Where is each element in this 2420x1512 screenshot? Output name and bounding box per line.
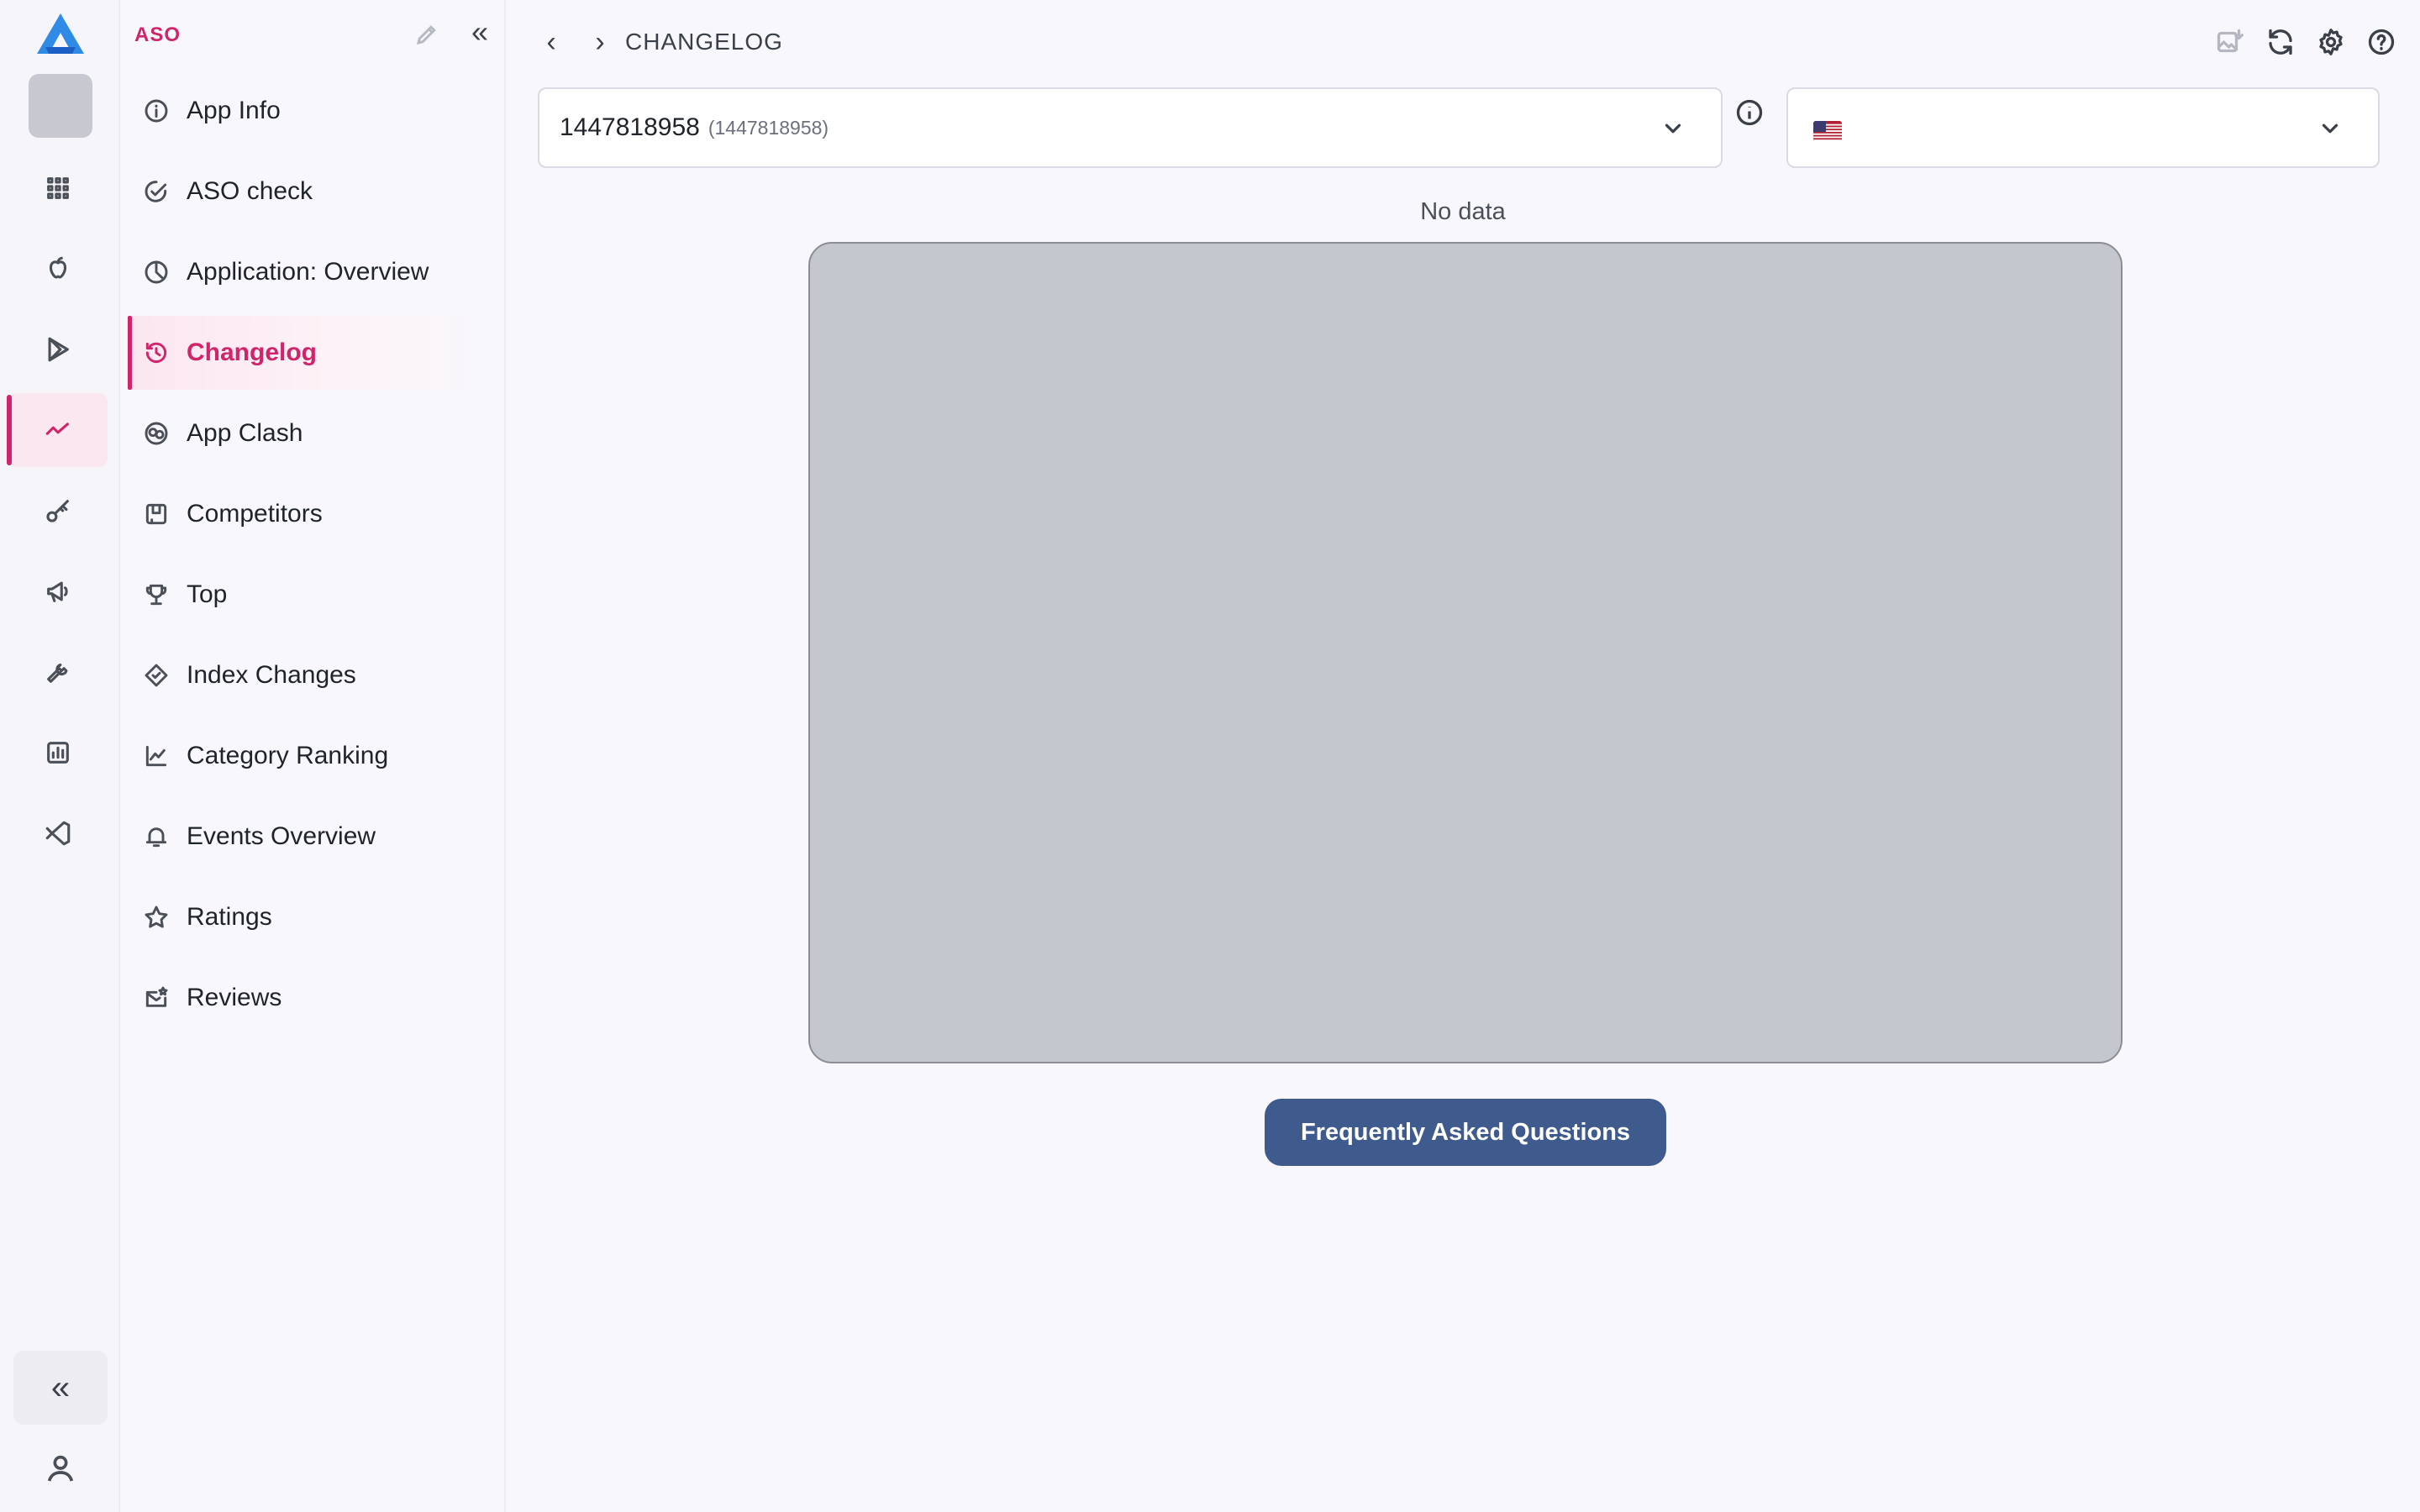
menu-item-label: Events Overview (187, 822, 376, 850)
menu-item-label: Application: Overview (187, 258, 429, 286)
megaphone-icon (47, 581, 68, 602)
star-icon (145, 906, 168, 928)
apple-icon (49, 256, 67, 279)
chevron-left-icon: ‹ (546, 26, 556, 58)
menu-item-application-overview[interactable]: Application: Overview (128, 235, 497, 309)
refresh-icon (2269, 29, 2292, 55)
breadcrumb: CHANGELOG (625, 29, 783, 55)
rail-integrations[interactable] (8, 796, 108, 870)
menu-item-label: ASO check (187, 177, 313, 205)
menu-item-label: Reviews (187, 984, 282, 1011)
double-chevron-left-icon: « (50, 1368, 71, 1406)
rail-reports[interactable] (8, 716, 108, 790)
settings-button[interactable] (2316, 27, 2346, 57)
app-avatar[interactable] (29, 74, 92, 138)
chevron-down-icon (1660, 116, 1686, 141)
gear-icon (2319, 29, 2343, 55)
bell-icon (145, 827, 167, 848)
competitors-icon (145, 503, 167, 525)
clash-icon (145, 422, 168, 445)
section-title: ASO (134, 24, 182, 46)
menu-item-label: Ratings (187, 903, 272, 931)
menu-item-category-ranking[interactable]: Category Ranking (128, 719, 497, 793)
pencil-icon (416, 25, 436, 45)
key-icon (46, 500, 69, 522)
export-image-button[interactable] (2215, 27, 2245, 57)
grid-icon (47, 177, 69, 199)
refresh-button[interactable] (2265, 27, 2296, 57)
rail-tools[interactable] (8, 635, 108, 709)
menu-item-index-changes[interactable]: Index Changes (128, 638, 497, 712)
menu-list: App Info ASO check Application: Overview… (128, 74, 497, 1042)
app-select-subvalue: (1447818958) (708, 116, 829, 139)
user-profile-button[interactable] (44, 1452, 77, 1485)
rail-keywords[interactable] (8, 474, 108, 548)
menu-item-label: Changelog (187, 339, 317, 366)
menu-item-app-clash[interactable]: App Clash (128, 396, 497, 470)
menu-item-label: Category Ranking (187, 742, 389, 769)
user-icon (47, 1455, 74, 1482)
menu-item-app-info[interactable]: App Info (128, 74, 497, 148)
menu-item-changelog[interactable]: Changelog (128, 316, 497, 390)
rail-collapse-button[interactable]: « (13, 1351, 108, 1425)
pie-chart-icon (145, 260, 168, 284)
index-changes-icon (145, 664, 168, 687)
section-menu: ASO « App Info ASO check Application: Ov… (120, 0, 506, 1512)
help-button[interactable] (2366, 27, 2396, 57)
app-select-dropdown[interactable]: 1447818958 (1447818958) (538, 87, 1723, 168)
logo-icon[interactable] (34, 10, 87, 57)
top-bar: ‹ › CHANGELOG (506, 0, 2420, 84)
faq-button[interactable]: Frequently Asked Questions (1265, 1099, 1666, 1166)
empty-state-placeholder (808, 242, 2123, 1063)
app-select-value: 1447818958 (560, 113, 700, 141)
wrench-icon (47, 663, 68, 683)
edit-menu-button[interactable] (414, 22, 443, 50)
check-circle-icon (145, 181, 167, 202)
reviews-icon (145, 986, 168, 1007)
forward-button[interactable]: › (583, 25, 617, 59)
country-select-dropdown[interactable] (1786, 87, 2380, 168)
menu-item-label: App Info (187, 97, 281, 124)
info-circle-icon (145, 99, 168, 123)
us-flag-icon (1813, 121, 1842, 141)
vscode-icon (45, 821, 71, 846)
menu-item-ratings[interactable]: Ratings (128, 880, 497, 954)
info-button[interactable] (1734, 97, 1765, 128)
menu-item-reviews[interactable]: Reviews (128, 961, 497, 1035)
main-content: ‹ › CHANGELOG 1447818958 (1447818958) No… (506, 0, 2420, 1512)
icon-rail: « (0, 0, 120, 1512)
menu-item-top[interactable]: Top (128, 558, 497, 632)
rail-app-store[interactable] (8, 232, 108, 306)
info-circle-icon (1736, 99, 1763, 126)
chevron-down-icon (2317, 116, 2343, 141)
image-download-icon (2217, 29, 2244, 53)
line-chart-icon (145, 745, 167, 767)
menu-item-label: Top (187, 580, 228, 608)
history-icon (145, 342, 167, 363)
menu-item-label: App Clash (187, 419, 303, 447)
menu-item-aso-check[interactable]: ASO check (128, 155, 497, 228)
no-data-message: No data (1420, 198, 1506, 225)
menu-item-label: Index Changes (187, 661, 356, 689)
rail-aso[interactable] (7, 393, 108, 467)
back-button[interactable]: ‹ (534, 25, 568, 59)
trend-icon (45, 423, 69, 435)
chevron-right-icon: › (595, 26, 605, 58)
rail-marketing[interactable] (8, 554, 108, 628)
help-circle-icon (2368, 29, 2395, 55)
menu-item-label: Competitors (187, 500, 323, 528)
rail-apps-grid[interactable] (8, 151, 108, 225)
play-store-icon (48, 337, 69, 362)
double-chevron-left-icon: « (471, 14, 489, 49)
rail-google-play[interactable] (8, 312, 108, 386)
bar-chart-icon (47, 742, 69, 764)
menu-item-events-overview[interactable]: Events Overview (128, 800, 497, 874)
collapse-menu-button[interactable]: « (463, 15, 497, 49)
menu-item-competitors[interactable]: Competitors (128, 477, 497, 551)
trophy-icon (145, 584, 167, 606)
